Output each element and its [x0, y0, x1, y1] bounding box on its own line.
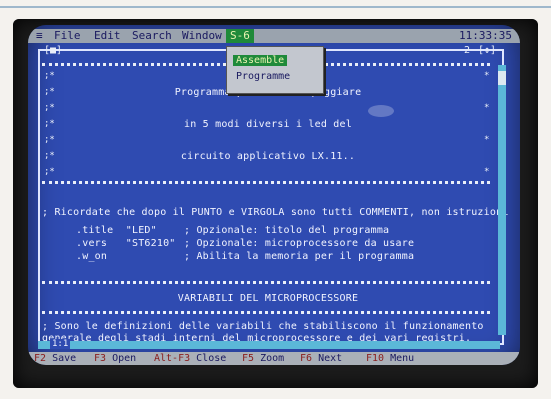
intro-line-3: circuito applicativo LX.11.. [180, 151, 356, 162]
comment-marker: ;* [44, 151, 55, 161]
comment-marker: ;* [44, 71, 55, 81]
comment-marker: ;* [44, 167, 55, 177]
code-comment-1: ; Opzionale: titolo del programma [184, 225, 390, 236]
status-key-menu[interactable]: F10 Menu [366, 352, 414, 365]
comment-border-bottom [42, 181, 490, 184]
section-border-bottom [42, 311, 490, 314]
code-line-3: .w_on [76, 251, 108, 262]
cursor-position: 1:1 [50, 339, 71, 349]
section-line-1: ; Sono le definizioni delle variabili ch… [42, 321, 484, 332]
menu-edit[interactable]: Edit [94, 29, 121, 43]
screen-glare [368, 105, 394, 117]
intro-line-2: in 5 modi diversi i led del [184, 119, 352, 130]
code-line-2: .vers "ST6210" [76, 238, 176, 249]
monitor-screen: ≡ File Edit Search Window S-6 11:33:35 [… [28, 25, 520, 365]
code-line-1: .title "LED" [76, 225, 157, 236]
comment-marker: ;* [44, 135, 55, 145]
window-zoom-icon[interactable]: [↕] [478, 45, 496, 56]
code-comment-3: ; Abilita la memoria per il programma [184, 251, 415, 262]
s6-dropdown-menu: Assemble Programme [226, 46, 324, 94]
window-number: 2 [464, 45, 471, 56]
section-title: VARIABILI DEL MICROPROCESSORE [177, 293, 359, 304]
status-key-next[interactable]: F6 Next [300, 352, 342, 365]
comment-marker: ;* [44, 103, 55, 113]
comment-marker: ;* [44, 87, 55, 97]
status-bar: F2 Save F3 Open Alt-F3 Close F5 Zoom F6 … [28, 352, 520, 365]
comment-marker: * [484, 167, 490, 177]
horizontal-scrollbar[interactable] [38, 341, 500, 349]
page-rule [0, 6, 551, 8]
menu-file[interactable]: File [54, 29, 81, 43]
code-comment-2: ; Opzionale: microprocessore da usare [184, 238, 415, 249]
menu-search[interactable]: Search [132, 29, 172, 43]
menu-item-assemble[interactable]: Assemble [233, 55, 288, 66]
status-key-close[interactable]: Alt-F3 Close [154, 352, 226, 365]
comment-marker: ;* [44, 119, 55, 129]
clock: 11:33:35 [459, 29, 512, 42]
vertical-scroll-thumb[interactable] [498, 71, 506, 85]
status-key-zoom[interactable]: F5 Zoom [242, 352, 284, 365]
comment-marker: * [484, 103, 490, 113]
section-border-top [42, 281, 490, 284]
comment-marker: * [484, 135, 490, 145]
comment-note: ; Ricordate che dopo il PUNTO e VIRGOLA … [42, 207, 509, 218]
comment-marker: * [484, 71, 490, 81]
menu-item-programme[interactable]: Programme [233, 71, 293, 82]
vertical-scrollbar[interactable] [498, 65, 506, 335]
menu-s6[interactable]: S-6 [226, 29, 254, 43]
photo-page: ≡ File Edit Search Window S-6 11:33:35 [… [0, 0, 551, 399]
window-close-icon[interactable]: [■] [44, 45, 62, 56]
menu-bar: ≡ File Edit Search Window S-6 11:33:35 [28, 29, 520, 43]
menu-window[interactable]: Window [182, 29, 222, 43]
status-key-open[interactable]: F3 Open [94, 352, 136, 365]
menu-system-icon[interactable]: ≡ [36, 29, 43, 43]
status-key-save[interactable]: F2 Save [34, 352, 76, 365]
